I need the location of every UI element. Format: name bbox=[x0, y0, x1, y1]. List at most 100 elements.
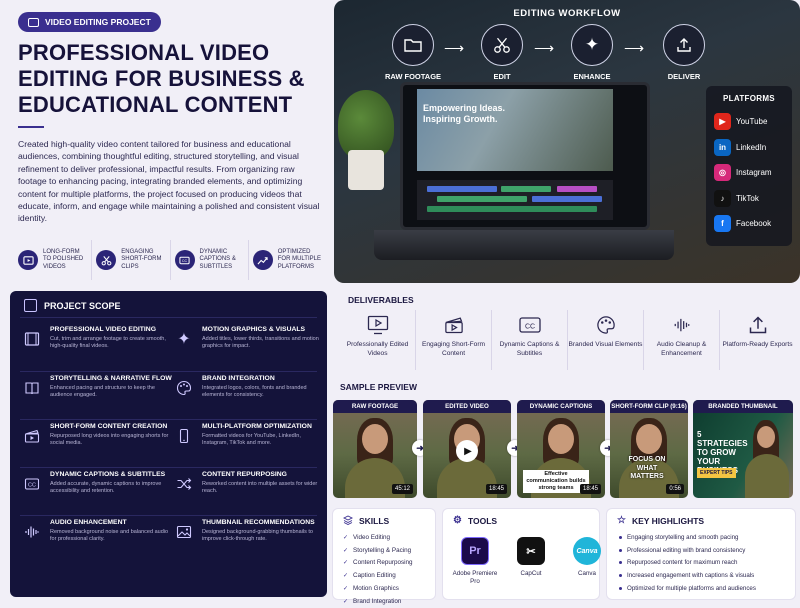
highlights-header: ☆ KEY HIGHLIGHTS bbox=[617, 515, 704, 526]
tool-capcut: ✂ CapCut bbox=[503, 537, 559, 586]
scope-item: CC DYNAMIC CAPTIONS & SUBTITLES Added accu… bbox=[22, 471, 172, 517]
platform-label: TikTok bbox=[736, 193, 759, 203]
scope-item-desc: Integrated logos, colors, fonts and bran… bbox=[202, 385, 307, 399]
scope-item-desc: Designed background-grabbing thumbnails … bbox=[202, 529, 313, 543]
scope-item-title: MULTI-PLATFORM OPTIMIZATION bbox=[202, 423, 312, 430]
scope-item-title: CONTENT REPURPOSING bbox=[202, 471, 287, 478]
sample-preview-title: SAMPLE PREVIEW bbox=[340, 382, 417, 392]
title-underline bbox=[18, 126, 44, 128]
scope-item: THUMBNAIL RECOMMENDATIONS Designed backgr… bbox=[174, 519, 324, 565]
skills-header: SKILLS bbox=[342, 515, 390, 527]
canva-icon: Canva bbox=[573, 537, 601, 565]
preview-thumbnail-edited[interactable]: EDITED VIDEO ▶ 18:45 bbox=[423, 400, 511, 498]
instagram-icon: ◎ bbox=[714, 164, 731, 182]
highlights-title: KEY HIGHLIGHTS bbox=[631, 515, 705, 526]
waveform-icon bbox=[670, 314, 694, 336]
tool-label: CapCut bbox=[520, 570, 542, 577]
skills-card: SKILLS Video Editing Storytelling & Paci… bbox=[332, 508, 436, 605]
deliverable-item: Professionally Edited Videos bbox=[340, 310, 415, 370]
arrow-right-icon: ⟶ bbox=[624, 40, 645, 56]
captions-icon: CC bbox=[174, 250, 195, 270]
workflow-step-edit: EDIT bbox=[467, 24, 537, 81]
sparkle-icon: ✦ bbox=[571, 24, 613, 66]
scope-item: AUDIO ENHANCEMENT Removed background nois… bbox=[22, 519, 172, 565]
page-title: PROFESSIONAL VIDEO EDITING FOR BUSINESS … bbox=[18, 40, 305, 117]
svg-text:CC: CC bbox=[524, 323, 534, 330]
deliverable-item: Audio Cleanup & Enhancement bbox=[643, 310, 719, 370]
platform-label: LinkedIn bbox=[736, 142, 767, 152]
deliverable-label: Platform-Ready Exports bbox=[722, 341, 793, 348]
captions-icon: CC bbox=[22, 474, 42, 494]
folder-icon bbox=[392, 24, 434, 66]
film-icon bbox=[22, 329, 42, 349]
scope-item-desc: Added accurate, dynamic captions to impr… bbox=[50, 481, 162, 495]
feature-item: ENGAGING SHORT-FORM CLIPS bbox=[91, 240, 169, 280]
preview-label: RAW FOOTAGE bbox=[333, 400, 417, 413]
caption-overlay: FOCUS ON WHAT MATTERS bbox=[628, 456, 666, 480]
scope-item-desc: Cut, trim and arrange footage to create … bbox=[50, 336, 166, 350]
scope-item-title: MOTION GRAPHICS & VISUALS bbox=[202, 326, 306, 333]
deliverable-item: Platform-Ready Exports bbox=[719, 310, 795, 370]
feature-label: OPTIMIZED FOR MULTIPLE PLATFORMS bbox=[277, 248, 321, 270]
platform-youtube: ▶ YouTube bbox=[714, 109, 784, 135]
palette-icon bbox=[594, 314, 618, 336]
capcut-icon: ✂ bbox=[517, 537, 545, 565]
workflow-step-label: EDIT bbox=[493, 72, 511, 81]
workflow-step-enhance: ✦ ENHANCE bbox=[557, 24, 627, 81]
workflow-step-raw-footage: RAW FOOTAGE bbox=[378, 24, 448, 81]
highlight-item: Increased engagement with captions & vis… bbox=[619, 569, 756, 582]
scope-item-title: DYNAMIC CAPTIONS & SUBTITLES bbox=[50, 471, 166, 478]
tools-title: TOOLS bbox=[467, 515, 498, 526]
waveform-icon bbox=[22, 522, 42, 542]
tool-premiere-pro: Pr Adobe Premiere Pro bbox=[447, 537, 503, 586]
feature-label: ENGAGING SHORT-FORM CLIPS bbox=[121, 248, 162, 270]
video-icon bbox=[28, 17, 39, 27]
project-tag-label: VIDEO EDITING PROJECT bbox=[45, 17, 151, 27]
skills-list: Video Editing Storytelling & Pacing Cont… bbox=[343, 531, 413, 608]
facebook-icon: f bbox=[714, 215, 731, 233]
editor-preview-image bbox=[417, 89, 613, 171]
preview-thumbnail-short-form[interactable]: SHORT-FORM CLIP (9:16) FOCUS ON WHAT MAT… bbox=[610, 400, 688, 498]
deliverables-title: DELIVERABLES bbox=[348, 295, 414, 305]
hero-image: EDITING WORKFLOW RAW FOOTAGE ⟶ EDIT ⟶ ✦ … bbox=[334, 0, 800, 283]
intro-description: Created high-quality video content tailo… bbox=[18, 139, 320, 224]
preview-label: BRANDED THUMBNAIL bbox=[693, 400, 793, 413]
preview-label: SHORT-FORM CLIP (9:16) bbox=[610, 400, 688, 413]
shuffle-icon bbox=[174, 474, 194, 494]
scope-item-title: AUDIO ENHANCEMENT bbox=[50, 519, 127, 526]
scope-item-title: THUMBNAIL RECOMMENDATIONS bbox=[202, 519, 315, 526]
image-icon bbox=[174, 522, 194, 542]
monitor-play-icon bbox=[366, 314, 390, 336]
svg-text:CC: CC bbox=[182, 259, 188, 263]
scope-item-desc: Enhanced pacing and structure to keep th… bbox=[50, 385, 155, 399]
laptop-keyboard bbox=[374, 230, 674, 260]
tools-list: Pr Adobe Premiere Pro ✂ CapCut Canva Canva bbox=[447, 537, 615, 586]
workflow-title: EDITING WORKFLOW bbox=[513, 8, 621, 19]
platforms-panel: PLATFORMS ▶ YouTube in LinkedIn ◎ Instagram… bbox=[706, 86, 792, 246]
scope-item: PROFESSIONAL VIDEO EDITING Cut, trim and … bbox=[22, 326, 172, 372]
premiere-pro-icon: Pr bbox=[461, 537, 489, 565]
highlight-item: Professional editing with brand consiste… bbox=[619, 544, 756, 557]
duration-badge: 18:45 bbox=[485, 484, 507, 494]
skill-item: Video Editing bbox=[343, 531, 413, 544]
preview-thumbnail-captions[interactable]: DYNAMIC CAPTIONS Effective communication… bbox=[517, 400, 605, 498]
arrow-right-icon: ⟶ bbox=[444, 40, 465, 56]
workflow-step-label: DELIVER bbox=[667, 72, 701, 81]
feature-item: LONG-FORM TO POLISHED VIDEOS bbox=[18, 240, 91, 280]
scope-item: MULTI-PLATFORM OPTIMIZATION Formatted vid… bbox=[174, 423, 324, 469]
skills-title: SKILLS bbox=[359, 516, 390, 526]
preview-thumbnail-branded[interactable]: BRANDED THUMBNAIL 5 STRATEGIES TO GROW Y… bbox=[693, 400, 793, 498]
feature-item: CC DYNAMIC CAPTIONS & SUBTITLES bbox=[169, 240, 248, 280]
preview-thumbnail-raw[interactable]: RAW FOOTAGE 45:12 bbox=[333, 400, 417, 498]
play-icon[interactable]: ▶ bbox=[456, 440, 478, 462]
deliverable-item: Branded Visual Elements bbox=[567, 310, 643, 370]
scissors-icon bbox=[96, 250, 117, 270]
platform-tiktok: ♪ TikTok bbox=[714, 186, 784, 212]
laptop-screen: Empowering Ideas. Inspiring Growth. bbox=[400, 82, 650, 230]
scope-item: ✦ MOTION GRAPHICS & VISUALS Added titles, … bbox=[174, 326, 324, 372]
scope-item-title: PROFESSIONAL VIDEO EDITING bbox=[50, 326, 156, 333]
highlights-list: Engaging storytelling and smooth pacing … bbox=[619, 531, 756, 595]
screen-caption: Empowering Ideas. Inspiring Growth. bbox=[423, 103, 506, 124]
platform-label: YouTube bbox=[736, 117, 768, 127]
growth-chart-icon bbox=[252, 250, 273, 270]
